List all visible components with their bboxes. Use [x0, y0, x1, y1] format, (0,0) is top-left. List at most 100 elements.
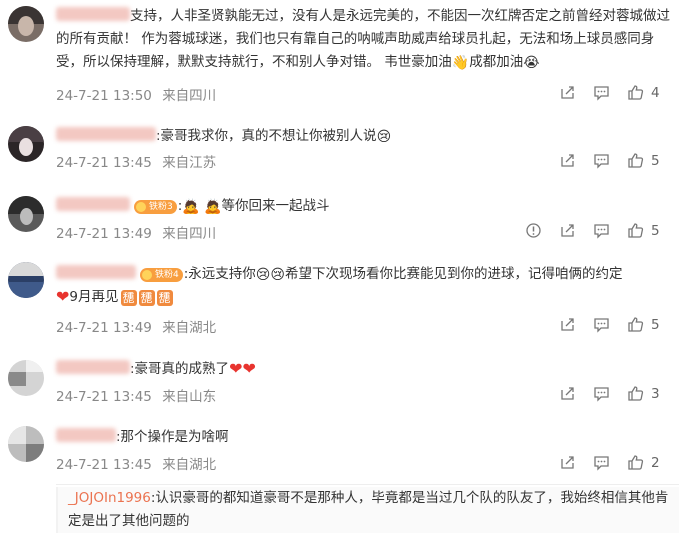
comment-text: :豪哥真的成熟了❤❤	[56, 358, 679, 381]
avatar[interactable]	[8, 196, 44, 232]
share-icon	[561, 456, 574, 469]
comment-actions: 2	[559, 454, 669, 474]
comment-time: 24-7-21 13:49	[56, 320, 152, 336]
like-button[interactable]	[627, 454, 644, 474]
crying-emoji: 😭	[523, 55, 540, 71]
share-icon	[561, 224, 574, 237]
comment-location: 来自湖北	[162, 320, 217, 336]
comment-button[interactable]	[593, 454, 610, 474]
comment-time: 24-7-21 13:49	[56, 226, 152, 242]
comment-actions: 5	[559, 152, 669, 172]
like-count: 3	[651, 386, 660, 402]
like-count: 4	[651, 85, 660, 101]
comment-button[interactable]	[593, 84, 610, 104]
comment-location: 来自江苏	[162, 155, 217, 171]
like-button[interactable]	[627, 316, 644, 336]
share-icon	[561, 387, 574, 400]
like-button[interactable]	[627, 84, 644, 104]
share-icon	[561, 318, 574, 331]
fan-badge: 铁粉4	[140, 268, 183, 282]
username[interactable]	[56, 265, 136, 279]
comment-icon	[594, 456, 609, 471]
comment-text: 铁粉4:永远支持你😢😢希望下次现场看你比赛能见到你的进球，记得咱俩的约定 ❤9月再…	[56, 265, 623, 306]
comment-location: 来自四川	[162, 88, 217, 104]
comment-actions: 5	[559, 316, 669, 336]
comment-time: 24-7-21 13:45	[56, 457, 152, 473]
share-button[interactable]	[559, 152, 576, 172]
comment-text: :豪哥我求你，真的不想让你被别人说😢	[56, 125, 679, 148]
comment-button[interactable]	[593, 222, 610, 242]
comment-meta: 24-7-21 13:45 来自湖北	[56, 453, 216, 473]
sticker-emoji: 㘒	[156, 290, 173, 306]
like-count: 5	[651, 153, 660, 169]
like-icon	[628, 223, 644, 238]
comment-item: 支持，人非圣贤孰能无过，没有人是永远完美的，不能因一次红牌否定之前曾经对蓉城做过…	[0, 0, 687, 112]
like-count: 5	[651, 223, 660, 239]
like-icon	[628, 317, 644, 332]
like-button[interactable]	[627, 152, 644, 172]
share-button[interactable]	[559, 222, 576, 242]
share-button[interactable]	[559, 385, 576, 405]
comment-button[interactable]	[593, 385, 610, 405]
username[interactable]	[56, 7, 130, 21]
share-icon	[561, 86, 574, 99]
heart-emoji: ❤	[242, 359, 256, 378]
comment-item: :豪哥我求你，真的不想让你被别人说😢 24-7-21 13:45 来自江苏 5	[0, 112, 687, 182]
comment-button[interactable]	[593, 152, 610, 172]
sticker-emoji: 㘒	[138, 290, 155, 306]
comment-meta: 24-7-21 13:45 来自江苏	[56, 151, 216, 171]
comment-actions: 5	[526, 222, 669, 242]
sticker-emoji: 㘒	[120, 290, 137, 306]
comment-meta: 24-7-21 13:49 来自四川	[56, 222, 216, 242]
username[interactable]	[56, 127, 156, 141]
avatar[interactable]	[8, 262, 44, 298]
heart-emoji: ❤	[56, 287, 70, 306]
hug-emoji: 🙇	[182, 199, 200, 215]
comment-text: :那个操作是为啥啊	[56, 426, 679, 449]
crying-emoji: 😢	[270, 267, 286, 283]
heart-emoji: ❤	[229, 359, 243, 378]
comment-meta: 24-7-21 13:50 来自四川	[56, 84, 216, 104]
report-button[interactable]	[525, 222, 542, 242]
waving-hand-emoji: 👋	[451, 55, 470, 71]
username[interactable]	[56, 360, 130, 374]
crying-emoji: 😢	[376, 129, 392, 145]
share-button[interactable]	[559, 316, 576, 336]
comment-icon	[594, 224, 609, 239]
comment-item: :那个操作是为啥啊 24-7-21 13:45 来自湖北 2	[0, 416, 687, 484]
comment-location: 来自湖北	[162, 457, 217, 473]
comment-icon	[594, 86, 609, 101]
comment-location: 来自山东	[162, 389, 217, 405]
comment-location: 来自四川	[162, 226, 217, 242]
share-button[interactable]	[559, 454, 576, 474]
comment-button[interactable]	[593, 316, 610, 336]
like-count: 2	[651, 455, 660, 471]
comment-item: 铁粉4:永远支持你😢😢希望下次现场看你比赛能见到你的进球，记得咱俩的约定 ❤9月再…	[0, 252, 687, 348]
avatar[interactable]	[8, 426, 44, 462]
reply-username[interactable]: _JOJOIn1996	[68, 490, 151, 506]
avatar[interactable]	[8, 6, 44, 42]
comment-time: 24-7-21 13:45	[56, 389, 152, 405]
like-count: 5	[651, 317, 660, 333]
username[interactable]	[56, 197, 130, 211]
like-button[interactable]	[627, 385, 644, 405]
reply-item: _JOJOIn1996:认识豪哥的都知道豪哥不是那种人，毕竟都是当过几个队的队友…	[56, 484, 679, 533]
hug-emoji: 🙇	[204, 199, 222, 215]
comment-meta: 24-7-21 13:49 来自湖北	[56, 316, 216, 336]
fan-badge: 铁粉3	[134, 200, 177, 214]
comment-icon	[594, 154, 609, 169]
share-button[interactable]	[559, 84, 576, 104]
comment-icon	[594, 318, 609, 333]
comment-item: :豪哥真的成熟了❤❤ 24-7-21 13:45 来自山东 3	[0, 348, 687, 416]
comment-time: 24-7-21 13:45	[56, 155, 152, 171]
comment-actions: 4	[559, 84, 669, 104]
avatar[interactable]	[8, 126, 44, 162]
like-button[interactable]	[627, 222, 644, 242]
avatar[interactable]	[8, 360, 44, 396]
like-icon	[628, 153, 644, 168]
reply-text: _JOJOIn1996:认识豪哥的都知道豪哥不是那种人，毕竟都是当过几个队的队友…	[56, 487, 679, 533]
like-icon	[628, 85, 644, 100]
comment-text: 铁粉3:🙇 🙇等你回来一起战斗	[56, 195, 679, 218]
username[interactable]	[56, 428, 116, 442]
like-icon	[628, 455, 644, 470]
